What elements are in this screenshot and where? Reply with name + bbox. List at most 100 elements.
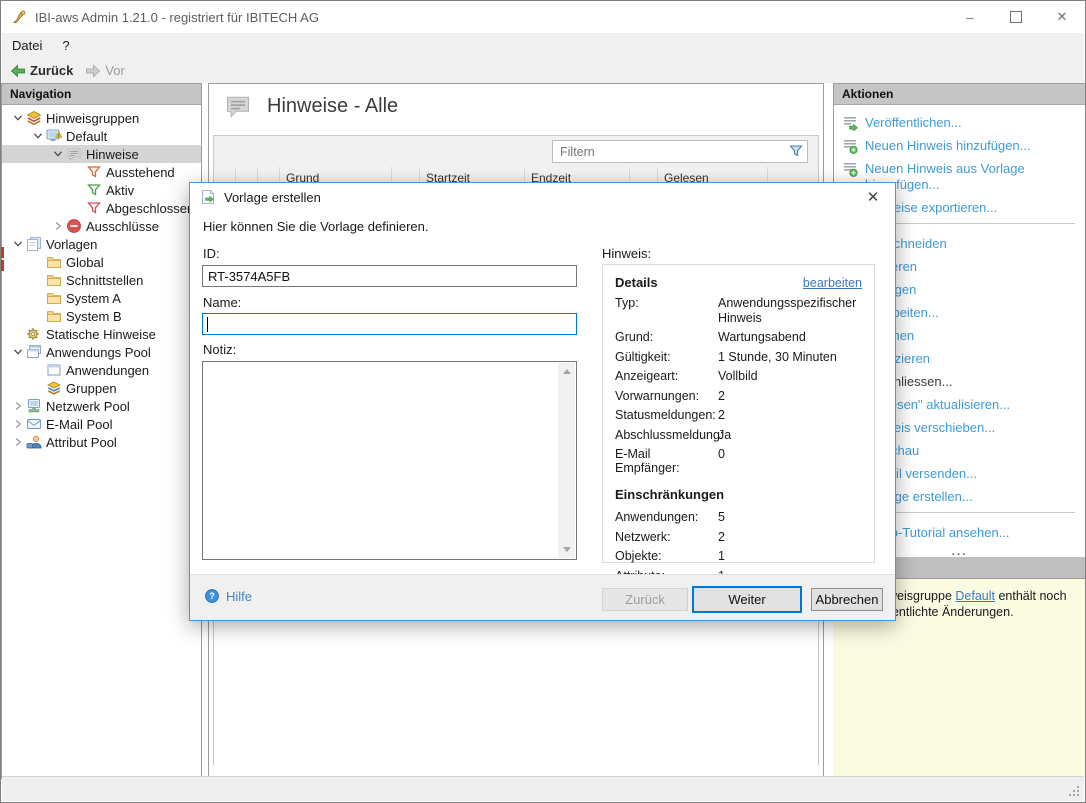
help-button[interactable]: ? Hilfe <box>204 588 252 604</box>
vorlage-erstellen-dialog: Vorlage erstellen ✕ Hier können Sie die … <box>189 182 896 621</box>
chevron-down-icon[interactable] <box>30 129 46 143</box>
toolbar: Zurück Vor <box>2 58 1084 83</box>
action-neuen-hinweis-hinzuf-gen[interactable]: Neuen Hinweis hinzufügen... <box>842 138 1077 154</box>
tree-item-attribut-pool[interactable]: Attribut Pool <box>2 433 201 451</box>
tree-item-ausstehend[interactable]: Ausstehend <box>2 163 201 181</box>
detail-value: Ja <box>718 427 732 442</box>
templates-icon <box>26 236 42 252</box>
tree-item-anwendungen[interactable]: Anwendungen <box>2 361 201 379</box>
tree-item-label: Global <box>66 254 104 270</box>
dialog-close-icon[interactable]: ✕ <box>863 188 883 206</box>
speech-bubble-icon <box>66 146 82 162</box>
scroll-up-icon[interactable] <box>558 363 575 380</box>
tree-item-label: System A <box>66 290 121 306</box>
bearbeiten-link[interactable]: bearbeiten <box>803 276 862 290</box>
folder-icon <box>46 254 62 270</box>
detail-label: Grund: <box>615 330 654 344</box>
notification-default-link[interactable]: Default <box>955 589 995 603</box>
tree-item-label: Vorlagen <box>46 236 98 252</box>
tree-item-gruppen[interactable]: Gruppen <box>2 379 201 397</box>
chevron-right-icon[interactable] <box>10 399 26 413</box>
tree-item-e-mail-pool[interactable]: E-Mail Pool <box>2 415 201 433</box>
speech-bubble-icon <box>223 92 253 120</box>
details-row-grund: Grund: Wartungsabend <box>615 330 862 345</box>
tree-item-system-a[interactable]: System A <box>2 289 201 307</box>
id-field[interactable] <box>202 265 577 287</box>
tree-item-vorlagen[interactable]: Vorlagen <box>2 235 201 253</box>
add-icon <box>842 138 858 154</box>
titlebar: IBI-aws Admin 1.21.0 - registriert für I… <box>1 1 1085 33</box>
folder-icon <box>46 290 62 306</box>
scrollbar[interactable] <box>558 363 575 558</box>
hinweis-details-box: Details bearbeiten Typ: Anwendungsspezifi… <box>602 264 875 583</box>
tree-item-label: Abgeschlossen <box>106 200 195 216</box>
tree-item-statische-hinweise[interactable]: Statische Hinweise <box>2 325 201 343</box>
weiter-button[interactable]: Weiter <box>692 586 802 613</box>
tree-item-label: Attribut Pool <box>46 434 117 450</box>
main-title: Hinweise - Alle <box>223 92 398 120</box>
scroll-down-icon[interactable] <box>558 541 575 558</box>
tree-item-label: Gruppen <box>66 380 117 396</box>
chevron-down-icon[interactable] <box>10 345 26 359</box>
tree-item-label: Ausschlüsse <box>86 218 159 234</box>
resize-grip-icon[interactable] <box>1067 784 1081 798</box>
forward-button[interactable]: Vor <box>81 63 129 79</box>
action-ver-ffentlichen[interactable]: Veröffentlichen... <box>842 115 1077 131</box>
detail-value: 1 Stunde, 30 Minuten <box>718 349 837 364</box>
name-field[interactable] <box>202 313 577 335</box>
zurueck-button[interactable]: Zurück <box>602 588 688 611</box>
menubar: Datei ? <box>2 33 1084 58</box>
chevron-down-icon[interactable] <box>50 147 66 161</box>
tree-item-hinweisgruppen[interactable]: Hinweisgruppen <box>2 109 201 127</box>
filter-input[interactable] <box>553 141 788 162</box>
chevron-down-icon[interactable] <box>10 111 26 125</box>
tree-item-hinweise[interactable]: Hinweise <box>2 145 201 163</box>
funnel-icon[interactable] <box>788 143 804 159</box>
hinweis-label: Hinweis: <box>602 246 652 261</box>
menu-datei[interactable]: Datei <box>2 38 52 53</box>
details-row-e-mail-empf-nger: E-Mail Empfänger: 0 <box>615 447 862 475</box>
action-label: Veröffentlichen... <box>865 115 962 130</box>
tree-item-label: E-Mail Pool <box>46 416 113 432</box>
network-icon <box>26 398 42 414</box>
minimize-button[interactable]: – <box>947 1 993 33</box>
details-row-typ: Typ: Anwendungsspezifischer Hinweis <box>615 296 862 325</box>
actions-header: Aktionen <box>834 84 1085 105</box>
menu-help[interactable]: ? <box>52 38 79 53</box>
text-caret <box>207 317 208 332</box>
tree-item-abgeschlossen[interactable]: Abgeschlossen <box>2 199 201 217</box>
restrictions-row-netzwerk: Netzwerk: 2 <box>615 530 862 545</box>
tree-item-label: Ausstehend <box>106 164 175 180</box>
tree-item-ausschl-sse[interactable]: Ausschlüsse <box>2 217 201 235</box>
close-button[interactable]: ✕ <box>1039 1 1085 33</box>
tree-item-netzwerk-pool[interactable]: Netzwerk Pool <box>2 397 201 415</box>
chevron-down-icon[interactable] <box>10 237 26 251</box>
tree-item-aktiv[interactable]: Aktiv <box>2 181 201 199</box>
dialog-titlebar: Vorlage erstellen <box>190 183 895 211</box>
back-label: Zurück <box>30 63 74 78</box>
detail-value: Wartungsabend <box>718 330 806 344</box>
chevron-right-icon[interactable] <box>10 435 26 449</box>
chevron-right-icon[interactable] <box>10 417 26 431</box>
detail-label: Netzwerk: <box>615 529 671 544</box>
tree-item-global[interactable]: Global <box>2 253 201 271</box>
tree-item-anwendungs-pool[interactable]: Anwendungs Pool <box>2 343 201 361</box>
tree-item-schnittstellen[interactable]: Schnittstellen <box>2 271 201 289</box>
notiz-field[interactable] <box>202 361 577 560</box>
detail-value: 5 <box>718 510 725 524</box>
page-title: Hinweise - Alle <box>267 94 399 117</box>
maximize-button[interactable] <box>993 1 1039 33</box>
tree-item-label: Statische Hinweise <box>46 326 156 342</box>
back-button[interactable]: Zurück <box>6 63 77 79</box>
dialog-description: Hier können Sie die Vorlage definieren. <box>203 219 429 234</box>
folder-icon <box>46 308 62 324</box>
tree-item-system-b[interactable]: System B <box>2 307 201 325</box>
tree-item-default[interactable]: Default <box>2 127 201 145</box>
chevron-right-icon[interactable] <box>50 219 66 233</box>
help-label: Hilfe <box>226 588 253 604</box>
abbrechen-button[interactable]: Abbrechen <box>811 588 883 611</box>
